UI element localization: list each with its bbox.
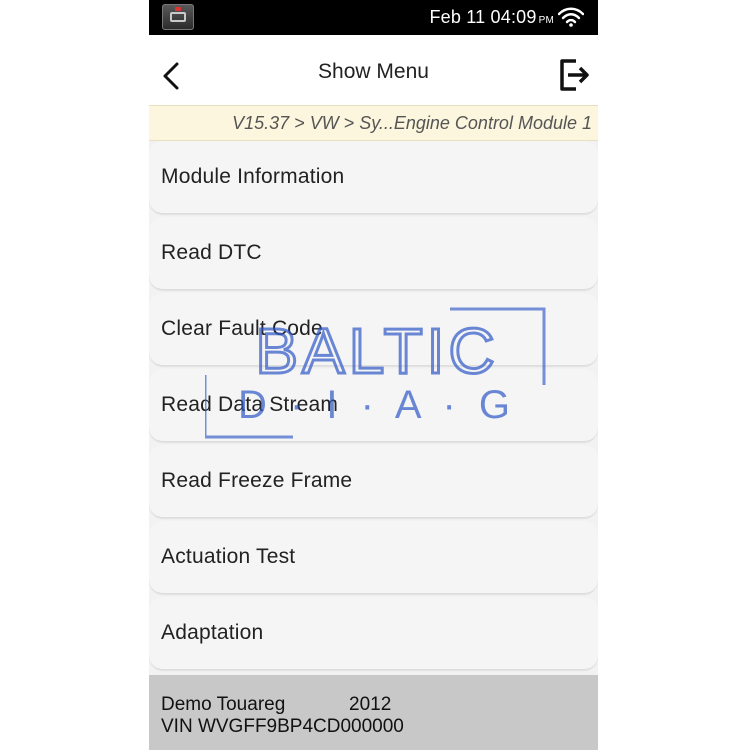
menu-item-clear-fault-code[interactable]: Clear Fault Code (149, 293, 598, 366)
menu-list: Module Information Read DTC Clear Fault … (149, 141, 598, 673)
diagnostic-app-icon (162, 4, 194, 30)
breadcrumb: V15.37 > VW > Sy...Engine Control Module… (149, 105, 598, 141)
menu-item-label: Read Data Stream (161, 393, 339, 416)
status-time: 04:09 (490, 7, 537, 27)
menu-item-label: Read DTC (161, 241, 262, 264)
status-clock: Feb 11 04:09 PM (429, 7, 554, 28)
menu-item-label: Actuation Test (161, 545, 296, 568)
breadcrumb-path: V15.37 > VW > Sy...Engine Control Module… (232, 113, 592, 133)
menu-item-label: Clear Fault Code (161, 317, 323, 340)
vehicle-vin: VIN WVGFF9BP4CD000000 (161, 716, 404, 737)
wifi-icon (558, 7, 584, 27)
vehicle-year: 2012 (349, 694, 392, 715)
status-date: Feb 11 (429, 7, 486, 27)
menu-item-label: Adaptation (161, 621, 264, 644)
exit-icon[interactable] (556, 57, 592, 93)
menu-item-read-freeze-frame[interactable]: Read Freeze Frame (149, 445, 598, 518)
menu-item-actuation-test[interactable]: Actuation Test (149, 521, 598, 594)
menu-item-label: Module Information (161, 165, 345, 188)
menu-item-read-data-stream[interactable]: Read Data Stream (149, 369, 598, 442)
status-ampm: PM (538, 15, 554, 26)
menu-item-module-information[interactable]: Module Information (149, 141, 598, 214)
vehicle-model: Demo Touareg (161, 694, 286, 715)
vehicle-info-footer: Demo Touareg 2012 VIN WVGFF9BP4CD000000 (149, 675, 598, 750)
device-screen: Feb 11 04:09 PM Show Menu V15.37 > VW > S… (149, 0, 598, 750)
menu-item-label: Read Freeze Frame (161, 469, 353, 492)
page-title: Show Menu (318, 60, 429, 83)
app-header: Show Menu (149, 35, 598, 105)
menu-item-read-dtc[interactable]: Read DTC (149, 217, 598, 290)
status-bar: Feb 11 04:09 PM (149, 0, 598, 35)
menu-item-adaptation[interactable]: Adaptation (149, 597, 598, 670)
